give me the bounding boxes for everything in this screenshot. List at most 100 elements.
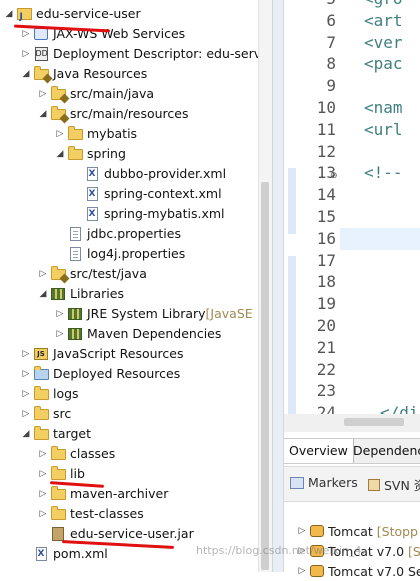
tree-item[interactable]: Xpom.xml bbox=[0, 544, 108, 564]
code-line[interactable]: <!-- bbox=[364, 163, 403, 182]
chevron-right-icon[interactable]: ▷ bbox=[21, 344, 31, 364]
tree-item[interactable]: ◢ spring bbox=[0, 144, 126, 164]
tree-item[interactable]: ◢ target bbox=[0, 424, 91, 444]
tree-item-label: src/main/resources bbox=[70, 106, 189, 121]
tree-item-label: pom.xml bbox=[53, 546, 108, 561]
java-resources-icon bbox=[33, 65, 52, 83]
folder-icon bbox=[67, 125, 83, 142]
tree-item[interactable]: Xspring-mybatis.xml bbox=[0, 204, 225, 224]
tree-item[interactable]: ◢ edu-service-user bbox=[0, 4, 141, 27]
tree-item[interactable]: ◢ Java Resources bbox=[0, 64, 147, 84]
chevron-right-icon[interactable]: ▷ bbox=[38, 504, 48, 524]
tree-item[interactable]: ▷ JRE System Library [JavaSE bbox=[0, 304, 253, 324]
line-number: 23 bbox=[316, 381, 336, 401]
code-line[interactable]: <gro bbox=[364, 0, 403, 8]
chevron-right-icon[interactable]: ▷ bbox=[38, 84, 48, 104]
tab-markers[interactable]: Markers bbox=[290, 475, 358, 490]
tree-item-label: lib bbox=[70, 466, 85, 481]
server-item[interactable]: ▷ Tomcat v7.0 Ser bbox=[296, 561, 420, 581]
server-status: [Stopp bbox=[376, 523, 418, 539]
code-line[interactable]: <url bbox=[364, 120, 403, 139]
tree-item[interactable]: ◢ Libraries bbox=[0, 284, 124, 304]
line-number: 18 bbox=[316, 272, 336, 292]
tree-item[interactable]: ▷ Maven Dependencies bbox=[0, 324, 222, 344]
panel-divider[interactable] bbox=[272, 0, 284, 572]
tree-item[interactable]: ▷ logs bbox=[0, 384, 79, 404]
source-folder-icon bbox=[50, 105, 69, 123]
chevron-right-icon[interactable]: ▷ bbox=[38, 484, 48, 504]
current-line-highlight bbox=[340, 228, 420, 250]
chevron-right-icon[interactable]: ▷ bbox=[38, 264, 48, 284]
chevron-right-icon[interactable]: ▷ bbox=[21, 364, 31, 384]
tree-item[interactable]: ▷ src bbox=[0, 404, 71, 424]
chevron-right-icon[interactable]: ▷ bbox=[296, 521, 308, 541]
explorer-scrollbar-thumb[interactable] bbox=[261, 182, 269, 570]
line-number: 17 bbox=[316, 250, 336, 270]
deployed-resources-icon bbox=[33, 365, 49, 382]
line-number: 7 bbox=[326, 32, 336, 52]
chevron-down-icon[interactable]: ◢ bbox=[38, 284, 48, 304]
folder-icon bbox=[33, 405, 49, 422]
chevron-right-icon[interactable]: ▷ bbox=[55, 304, 65, 324]
library-icon bbox=[67, 326, 83, 342]
server-item[interactable]: ▷ Tomcat [Stopp bbox=[296, 521, 418, 541]
tree-item[interactable]: jdbc.properties bbox=[0, 224, 181, 244]
view-tabs: Markers SVN 资 bbox=[284, 467, 420, 502]
tree-item-label: target bbox=[53, 426, 92, 441]
tree-item[interactable]: ▷ lib bbox=[0, 464, 85, 484]
tree-item-decoration: [JavaSE bbox=[205, 306, 253, 321]
tree-item[interactable]: ▷ classes bbox=[0, 444, 115, 464]
tree-item-label: JRE System Library bbox=[87, 306, 206, 321]
tree-item[interactable]: ▷ maven-archiver bbox=[0, 484, 168, 504]
source-folder-icon bbox=[50, 265, 69, 283]
tree-item[interactable]: ▷ DD Deployment Descriptor: edu-serv bbox=[0, 44, 261, 64]
fold-toggle-icon[interactable]: ⊖ bbox=[330, 171, 338, 181]
svn-icon bbox=[368, 478, 380, 491]
chevron-right-icon[interactable]: ▷ bbox=[21, 384, 31, 404]
tree-item-label: Deployment Descriptor: edu-serv bbox=[53, 46, 262, 61]
tree-item[interactable]: ▷ src/main/java bbox=[0, 84, 154, 104]
chevron-right-icon[interactable]: ▷ bbox=[38, 444, 48, 464]
chevron-right-icon[interactable]: ▷ bbox=[296, 561, 308, 581]
chevron-down-icon[interactable]: ◢ bbox=[21, 64, 31, 84]
tree-item[interactable]: ▷ JS JavaScript Resources bbox=[0, 344, 184, 364]
tree-item[interactable]: ◢ src/main/resources bbox=[0, 104, 188, 124]
chevron-right-icon[interactable]: ▷ bbox=[38, 464, 48, 484]
tree-item[interactable]: ▷ mybatis bbox=[0, 124, 137, 144]
code-line[interactable]: <pac bbox=[364, 54, 403, 73]
tab-dependencies[interactable]: Dependencie bbox=[348, 439, 420, 463]
tree-item[interactable]: ▷ Deployed Resources bbox=[0, 364, 180, 384]
tab-markers-label: Markers bbox=[308, 475, 358, 490]
tree-item[interactable]: ▷ src/test/java bbox=[0, 264, 147, 284]
code-line[interactable]: <art bbox=[364, 11, 403, 30]
editor-page-tabs: Overview Dependencie bbox=[284, 438, 420, 464]
chevron-down-icon[interactable]: ◢ bbox=[21, 424, 31, 444]
chevron-down-icon[interactable]: ◢ bbox=[55, 144, 65, 164]
chevron-down-icon[interactable]: ◢ bbox=[38, 104, 48, 124]
tab-overview[interactable]: Overview bbox=[284, 439, 354, 463]
tab-svn[interactable]: SVN 资 bbox=[368, 475, 420, 494]
tree-item[interactable]: ▷ test-classes bbox=[0, 504, 144, 524]
chevron-down-icon[interactable]: ◢ bbox=[4, 4, 14, 24]
tree-item[interactable]: log4j.properties bbox=[0, 244, 185, 264]
tree-item[interactable]: Xspring-context.xml bbox=[0, 184, 222, 204]
tree-item-label: dubbo-provider.xml bbox=[104, 166, 227, 181]
code-line[interactable]: <ver bbox=[364, 33, 403, 52]
line-number: 11 bbox=[316, 119, 336, 139]
chevron-right-icon[interactable]: ▷ bbox=[55, 324, 65, 344]
xml-editor[interactable]: 56789101112131415161718192021222324<gro<… bbox=[284, 0, 420, 432]
line-number: 6 bbox=[326, 10, 336, 30]
tree-item[interactable]: Xdubbo-provider.xml bbox=[0, 164, 226, 184]
code-line[interactable]: <nam bbox=[364, 98, 403, 117]
tree-item-label: spring-mybatis.xml bbox=[104, 206, 225, 221]
tree-item-label: mybatis bbox=[87, 126, 138, 141]
server-status: [St bbox=[408, 543, 420, 559]
chevron-right-icon[interactable]: ▷ bbox=[55, 124, 65, 144]
folder-icon bbox=[50, 485, 66, 502]
chevron-right-icon[interactable]: ▷ bbox=[21, 404, 31, 424]
editor-scrollbar-thumb[interactable] bbox=[344, 418, 404, 426]
tree-item-label: log4j.properties bbox=[87, 246, 186, 261]
chevron-right-icon[interactable]: ▷ bbox=[21, 44, 31, 64]
